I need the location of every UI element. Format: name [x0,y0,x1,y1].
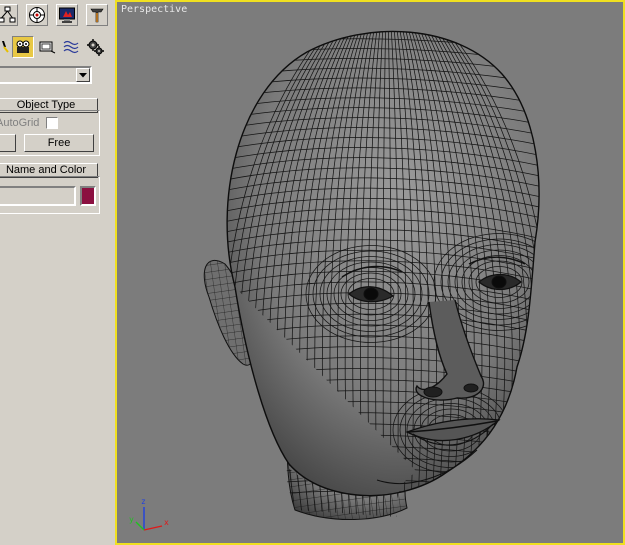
axis-x-label: x [164,518,169,527]
hierarchy-icon [0,6,16,23]
hierarchy-tab[interactable] [0,4,18,26]
free-camera-button[interactable]: Free [24,134,94,152]
target-camera-button[interactable] [0,134,16,152]
helper-icon [39,41,56,54]
camera-icon [16,40,30,53]
helpers-category-button[interactable] [36,36,58,58]
head-wireframe-model: z x y [129,30,540,531]
object-category-dropdown[interactable] [0,66,92,84]
axis-y-label: y [129,515,134,524]
spacewarp-icon [63,40,79,54]
systems-category-button[interactable] [84,36,106,58]
utilities-hammer-icon [90,8,104,23]
space-warps-category-button[interactable] [60,36,82,58]
light-icon [2,41,9,53]
autogrid-label: AutoGrid [0,117,40,129]
lights-category-button[interactable] [0,36,12,58]
object-name-input[interactable] [0,186,76,206]
display-icon [59,7,75,23]
axis-tripod: z x y [129,497,169,531]
utilities-tab[interactable] [86,4,108,26]
perspective-viewport[interactable]: z x y Perspective [115,0,625,545]
display-tab[interactable] [56,4,78,26]
free-camera-label: Free [47,137,71,149]
head-surface [226,30,540,518]
systems-gear-icon [87,39,104,56]
motion-tab[interactable] [26,4,48,26]
command-panel: Object Type AutoGrid Free Name and Color [0,0,114,545]
axis-z-label: z [141,497,146,506]
viewport-label[interactable]: Perspective [121,4,187,15]
object-color-swatch[interactable] [80,186,96,206]
cameras-category-button[interactable] [12,36,34,58]
chevron-down-icon[interactable] [76,68,90,82]
motion-icon [29,7,45,23]
name-and-color-title: Name and Color [5,164,87,176]
autogrid-checkbox[interactable] [45,116,59,130]
